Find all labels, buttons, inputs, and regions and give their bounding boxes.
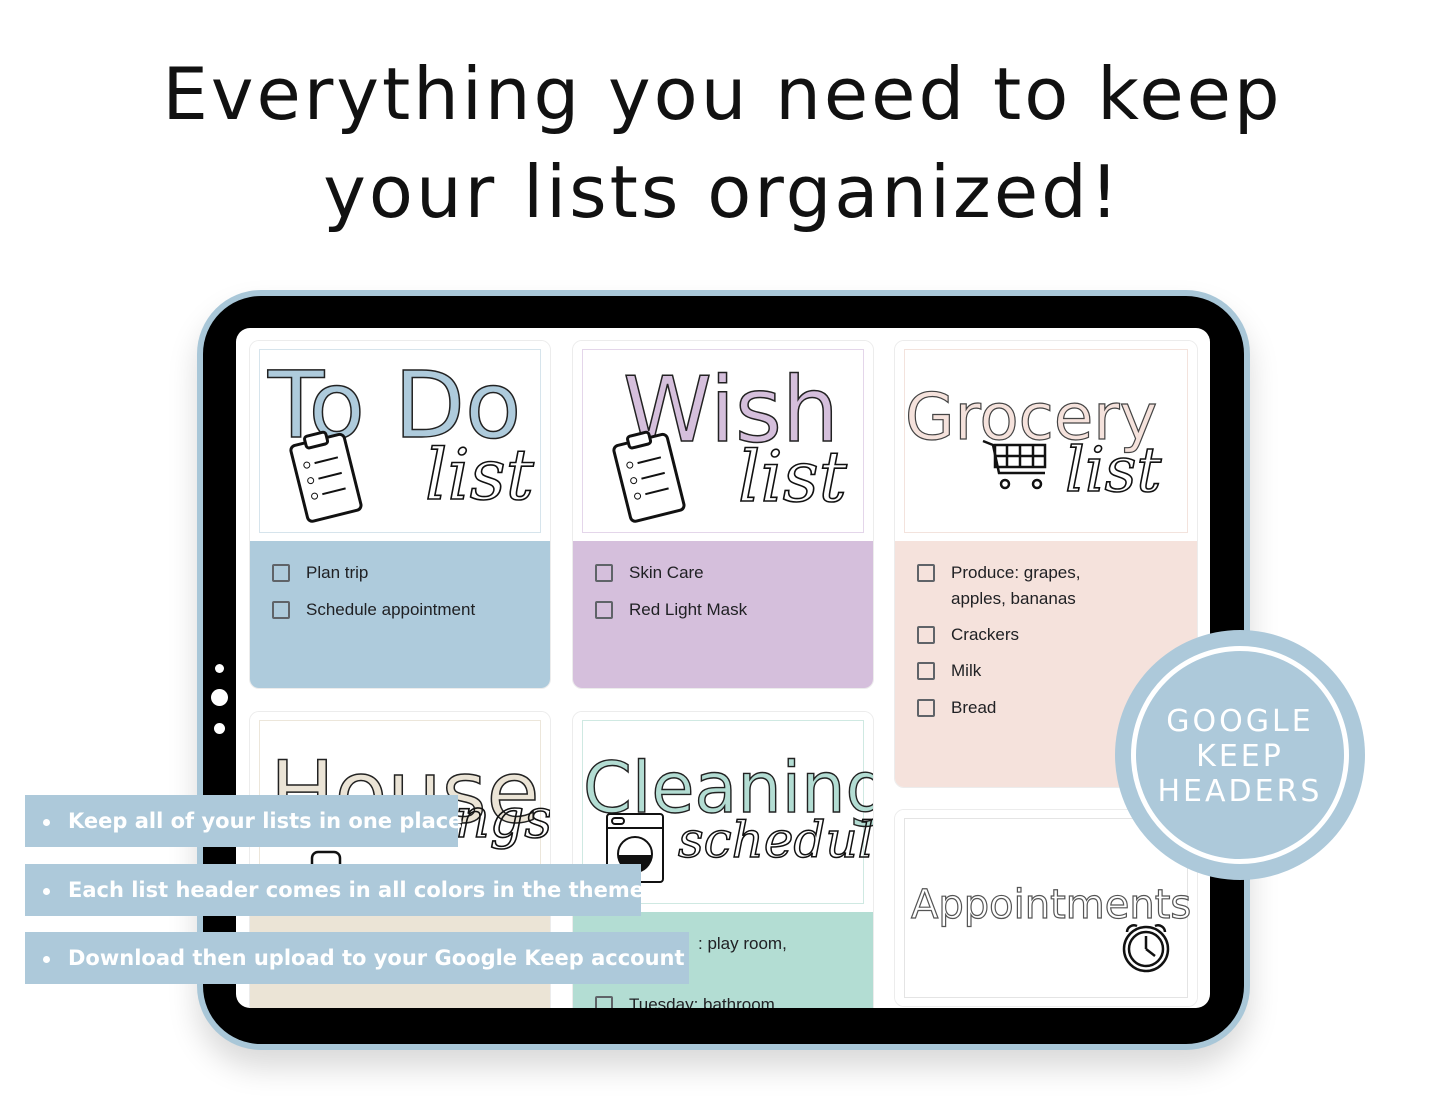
- badge-line-2: KEEP: [1196, 739, 1284, 774]
- header-script: list: [1065, 433, 1161, 506]
- item-text: Schedule appointment: [306, 600, 476, 619]
- feature-banner: Each list header comes in all colors in …: [25, 864, 644, 916]
- google-keep-headers-badge: GOOGLE KEEP HEADERS: [1115, 630, 1365, 880]
- item-text: Red Light Mask: [629, 600, 748, 619]
- feature-banner: Download then upload to your Google Keep…: [25, 932, 689, 984]
- checkbox[interactable]: [595, 996, 613, 1008]
- checklist-item[interactable]: Milk: [917, 658, 981, 683]
- headline-line-1: Everything you need to keep: [162, 52, 1283, 136]
- feature-banner: Keep all of your lists in one place: [25, 795, 462, 847]
- note-body: Skin Care Red Light Mask: [573, 541, 873, 688]
- checklist-item[interactable]: Produce: grapes, apples, bananas: [917, 560, 1111, 612]
- checkbox[interactable]: [917, 564, 935, 582]
- banner-text: Keep all of your lists in one place: [68, 809, 463, 833]
- checklist-item[interactable]: Schedule appointment: [272, 597, 475, 622]
- checklist-item[interactable]: Red Light Mask: [595, 597, 747, 622]
- checkbox[interactable]: [917, 699, 935, 717]
- bullet-icon: [43, 818, 50, 826]
- note-card-wish[interactable]: Wish list Skin Care Red Light Mask: [572, 340, 874, 689]
- banner-text: Download then upload to your Google Keep…: [68, 946, 685, 970]
- checkbox[interactable]: [272, 564, 290, 582]
- header-script: schedule: [678, 811, 873, 869]
- checkbox[interactable]: [917, 626, 935, 644]
- checklist-item[interactable]: Crackers: [917, 622, 1019, 647]
- header-title: Appointments: [911, 882, 1191, 928]
- header-script: ngs: [455, 787, 550, 850]
- badge-line-3: HEADERS: [1157, 774, 1323, 809]
- checklist-item[interactable]: Plan trip: [272, 560, 368, 585]
- checkbox[interactable]: [917, 662, 935, 680]
- checklist-item[interactable]: Tuesday: bathroom: [595, 992, 775, 1008]
- banner-text: Each list header comes in all colors in …: [68, 878, 644, 902]
- note-header-image: Wish list: [573, 341, 873, 541]
- checkbox[interactable]: [272, 601, 290, 619]
- camera-lens: [211, 689, 228, 706]
- note-body: Plan trip Schedule appointment: [250, 541, 550, 688]
- header-script: list: [738, 436, 848, 518]
- item-text: Tuesday: bathroom: [629, 995, 775, 1008]
- checkbox[interactable]: [595, 564, 613, 582]
- checklist-item[interactable]: Bread: [917, 695, 996, 720]
- note-card-todo[interactable]: To Do list Plan trip Schedule appointmen…: [249, 340, 551, 689]
- checklist-item[interactable]: Skin Care: [595, 560, 704, 585]
- alarm-clock-icon: [1122, 924, 1170, 973]
- badge-line-1: GOOGLE: [1166, 704, 1314, 739]
- checkbox[interactable]: [595, 601, 613, 619]
- sensor-dot: [214, 723, 225, 734]
- header-script: list: [425, 434, 535, 516]
- headline-line-2: your lists organized!: [323, 150, 1122, 234]
- bullet-icon: [43, 887, 50, 895]
- item-text: Produce: grapes, apples, bananas: [951, 563, 1081, 608]
- bullet-icon: [43, 955, 50, 963]
- note-header-image: To Do list: [250, 341, 550, 541]
- camera-dot: [215, 664, 224, 673]
- note-header-image: Grocery list: [895, 341, 1197, 541]
